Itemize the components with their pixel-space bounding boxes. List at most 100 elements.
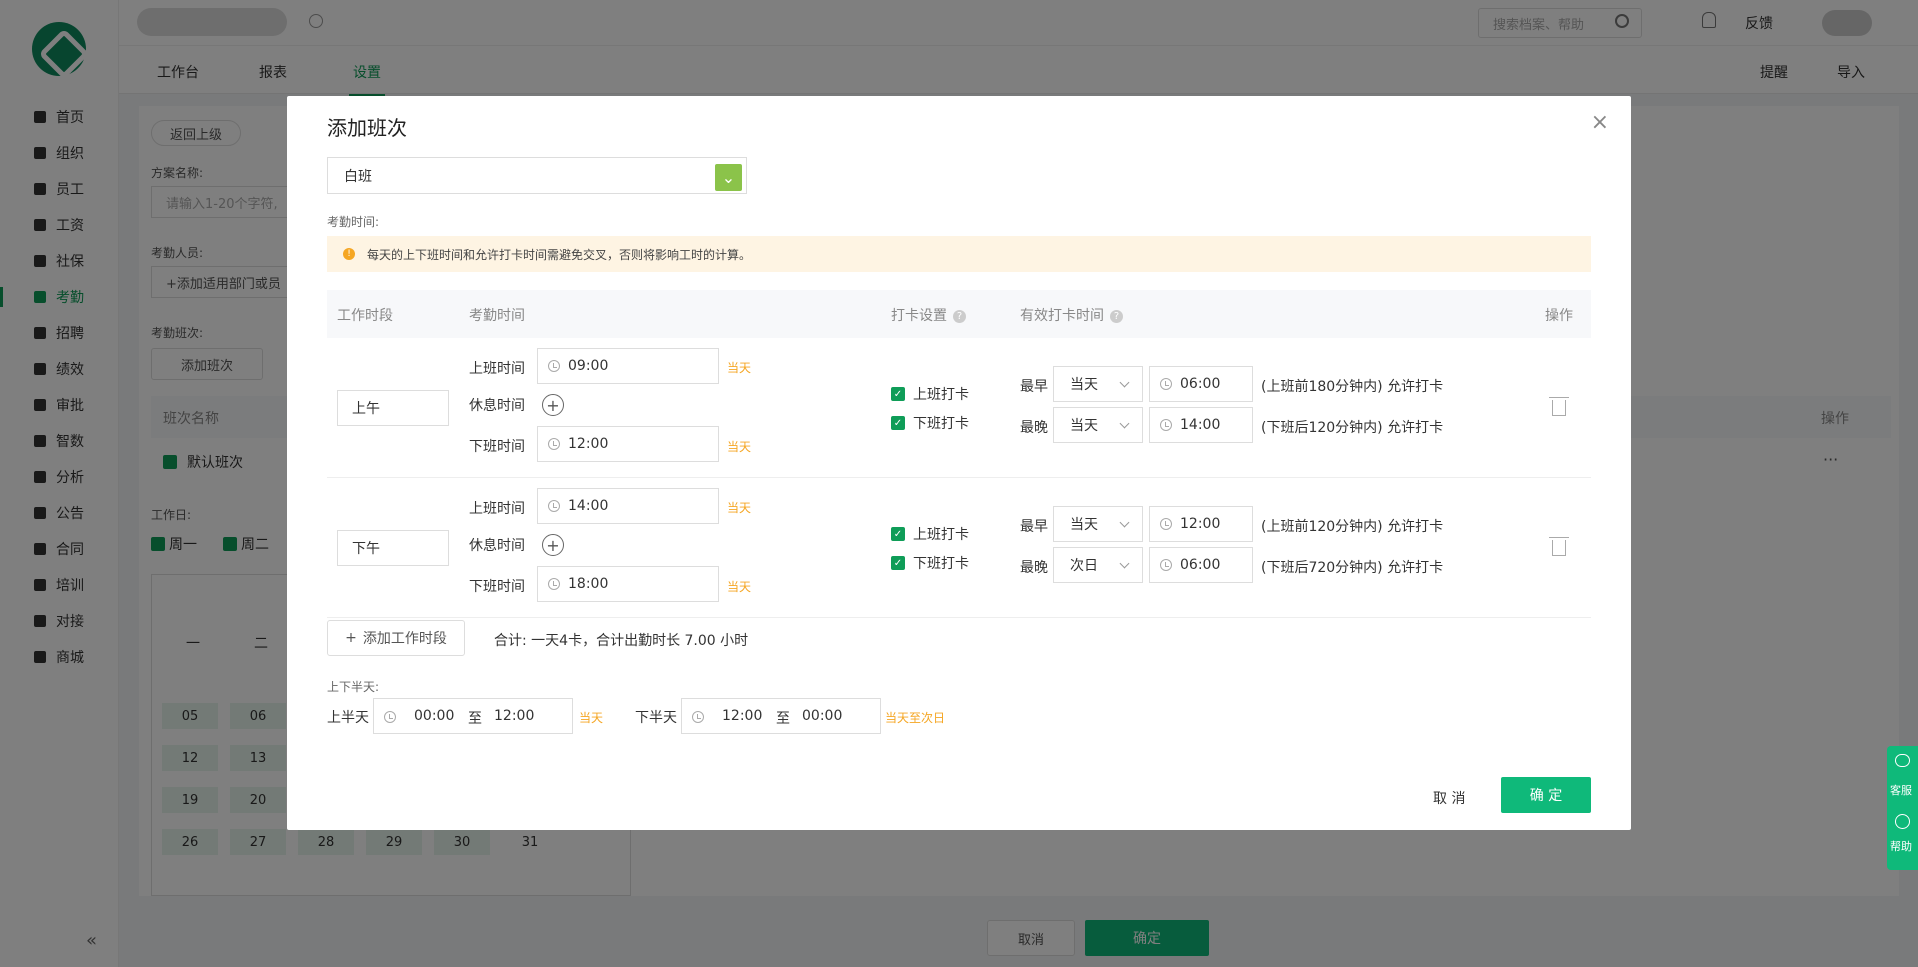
off-punch-label: 下班打卡 (913, 416, 969, 432)
notice-text: 每天的上下班时间和允许打卡时间需避免交叉，否则将影响工时的计算。 (367, 247, 752, 262)
earliest-time-input[interactable]: 12:00 (1149, 506, 1253, 542)
help-icon[interactable]: ? (1110, 310, 1123, 323)
latest-day-select[interactable]: 当天 (1053, 407, 1143, 443)
off-time-input[interactable]: 12:00 (537, 426, 719, 462)
range-separator: 至 (468, 711, 482, 727)
day-tag: 当天至次日 (885, 711, 946, 725)
off-punch-checkbox[interactable]: ✓ 下班打卡 (891, 413, 969, 433)
attendance-time-label: 考勤时间: (327, 215, 380, 229)
header-punch: 打卡设置? (891, 305, 966, 325)
on-punch-checkbox[interactable]: ✓ 上班打卡 (891, 524, 969, 544)
earliest-day-select[interactable]: 当天 (1053, 506, 1143, 542)
delete-icon[interactable] (1549, 397, 1569, 416)
rest-time-label: 休息时间 (469, 538, 525, 554)
first-half-range-input[interactable]: 00:00 至 12:00 (373, 698, 573, 734)
clock-icon (548, 438, 560, 450)
on-time-label: 上班时间 (469, 361, 525, 377)
earliest-note: (上班前120分钟内) 允许打卡 (1261, 519, 1444, 535)
second-half-label: 下半天 (635, 710, 677, 726)
header-time: 考勤时间 (469, 308, 525, 324)
latest-label: 最晚 (1020, 420, 1048, 436)
latest-time-input[interactable]: 14:00 (1149, 407, 1253, 443)
clock-icon (548, 578, 560, 590)
off-time-value: 12:00 (568, 436, 609, 452)
off-time-value: 18:00 (568, 576, 609, 592)
range-from: 12:00 (722, 708, 763, 724)
header-ops: 操作 (1545, 308, 1573, 324)
latest-label: 最晚 (1020, 560, 1048, 576)
day-tag: 当天 (727, 361, 752, 375)
second-half-range-input[interactable]: 12:00 至 00:00 (681, 698, 881, 734)
warning-icon: ! (343, 248, 355, 260)
off-punch-label: 下班打卡 (913, 556, 969, 572)
header-valid-label: 有效打卡时间 (1020, 308, 1104, 324)
close-icon[interactable]: × (1591, 110, 1609, 135)
latest-time-input[interactable]: 06:00 (1149, 547, 1253, 583)
earliest-time-input[interactable]: 06:00 (1149, 366, 1253, 402)
add-segment-button[interactable]: + 添加工作时段 (327, 620, 465, 656)
range-from: 00:00 (414, 708, 455, 724)
latest-day-select[interactable]: 次日 (1053, 547, 1143, 583)
segment-row-afternoon: 下午 上班时间 14:00 当天 休息时间 + 下班时间 18:00 当天 ✓ 上… (327, 478, 1591, 618)
help-icon[interactable]: ? (953, 310, 966, 323)
modal-title: 添加班次 (327, 116, 407, 140)
customer-service-link[interactable]: 客服 (1890, 782, 1912, 798)
chevron-down-icon: ⌄ (715, 164, 742, 191)
segment-name-input[interactable]: 下午 (337, 530, 449, 566)
earliest-note: (上班前180分钟内) 允许打卡 (1261, 379, 1444, 395)
segment-name-input[interactable]: 上午 (337, 390, 449, 426)
clock-icon (548, 360, 560, 372)
check-icon: ✓ (891, 556, 905, 570)
earliest-label: 最早 (1020, 519, 1048, 535)
rest-time-label: 休息时间 (469, 398, 525, 414)
notice-banner: ! 每天的上下班时间和允许打卡时间需避免交叉，否则将影响工时的计算。 (327, 236, 1591, 272)
help-link[interactable]: 帮助 (1890, 838, 1912, 854)
earliest-time-value: 06:00 (1180, 376, 1221, 392)
add-shift-modal: 添加班次 × 白班 ⌄ 考勤时间: ! 每天的上下班时间和允许打卡时间需避免交叉… (287, 96, 1631, 830)
latest-time-value: 06:00 (1180, 557, 1221, 573)
on-punch-checkbox[interactable]: ✓ 上班打卡 (891, 384, 969, 404)
range-separator: 至 (776, 711, 790, 727)
half-day-label: 上下半天: (327, 680, 380, 694)
clock-icon (384, 711, 396, 723)
off-time-input[interactable]: 18:00 (537, 566, 719, 602)
range-to: 00:00 (802, 708, 843, 724)
header-period: 工作时段 (337, 308, 393, 324)
segments-table-header: 工作时段 考勤时间 打卡设置? 有效打卡时间? 操作 (327, 290, 1591, 338)
plus-icon: + (345, 630, 357, 646)
on-time-input[interactable]: 09:00 (537, 348, 719, 384)
delete-icon[interactable] (1549, 537, 1569, 556)
off-time-label: 下班时间 (469, 579, 525, 595)
earliest-day-select[interactable]: 当天 (1053, 366, 1143, 402)
segment-row-morning: 上午 上班时间 09:00 当天 休息时间 + 下班时间 12:00 当天 ✓ 上… (327, 338, 1591, 478)
latest-note: (下班后720分钟内) 允许打卡 (1261, 560, 1444, 576)
on-punch-label: 上班打卡 (913, 387, 969, 403)
clock-icon (1160, 419, 1172, 431)
off-punch-checkbox[interactable]: ✓ 下班打卡 (891, 553, 969, 573)
customer-service-icon[interactable] (1895, 754, 1910, 767)
add-rest-icon[interactable]: + (542, 394, 564, 416)
header-punch-label: 打卡设置 (891, 308, 947, 324)
add-segment-label: 添加工作时段 (362, 631, 447, 647)
on-time-value: 09:00 (568, 358, 609, 374)
clock-icon (1160, 518, 1172, 530)
add-rest-icon[interactable]: + (542, 534, 564, 556)
on-time-label: 上班时间 (469, 501, 525, 517)
summary-text: 合计: 一天4卡，合计出勤时长 7.00 小时 (494, 633, 749, 649)
clock-icon (548, 500, 560, 512)
latest-time-value: 14:00 (1180, 417, 1221, 433)
header-valid: 有效打卡时间? (1020, 305, 1123, 325)
help-compass-icon[interactable] (1895, 814, 1910, 829)
earliest-time-value: 12:00 (1180, 516, 1221, 532)
on-time-value: 14:00 (568, 498, 609, 514)
modal-cancel-button[interactable]: 取 消 (1433, 788, 1465, 808)
on-time-input[interactable]: 14:00 (537, 488, 719, 524)
latest-note: (下班后120分钟内) 允许打卡 (1261, 420, 1444, 436)
shift-type-select[interactable]: 白班 ⌄ (327, 157, 747, 194)
day-tag: 当天 (727, 501, 752, 515)
check-icon: ✓ (891, 387, 905, 401)
on-punch-label: 上班打卡 (913, 527, 969, 543)
shift-type-value: 白班 (344, 168, 372, 185)
clock-icon (692, 711, 704, 723)
modal-confirm-button[interactable]: 确 定 (1501, 777, 1591, 813)
